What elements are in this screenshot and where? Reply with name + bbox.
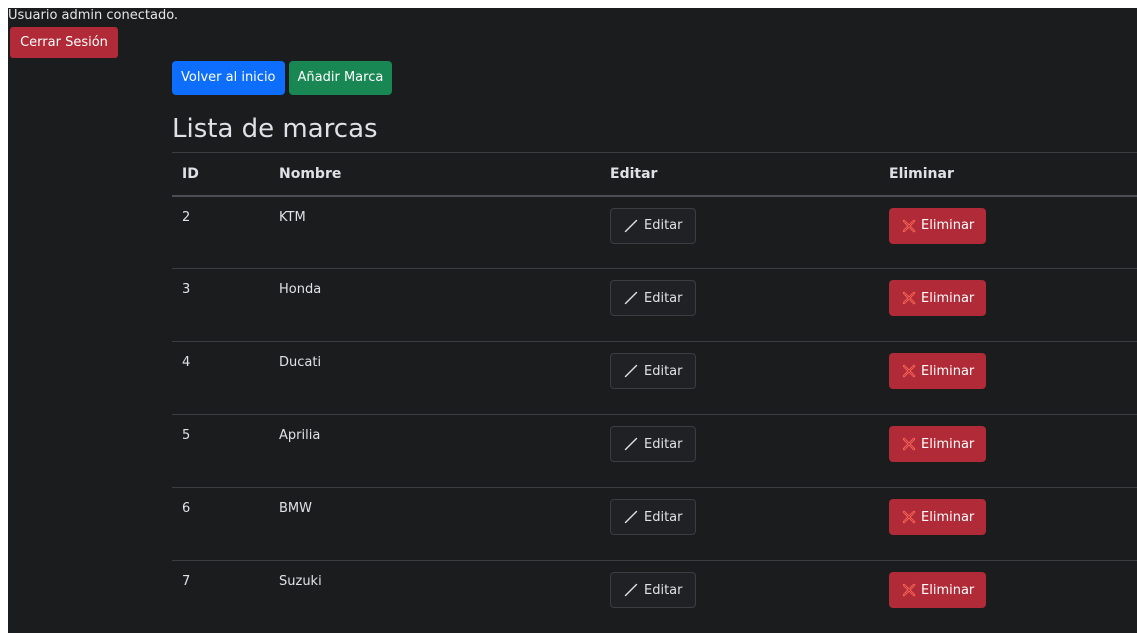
row-delete-cell: Eliminar [889,268,1137,342]
edit-button[interactable]: Editar [610,353,696,389]
edit-label: Editar [644,218,683,233]
delete-label: Eliminar [921,363,975,379]
row-delete-cell: Eliminar [889,414,1137,488]
delete-button[interactable]: Eliminar [889,207,987,244]
delete-button[interactable]: Eliminar [889,499,987,535]
row-delete-cell: Eliminar [889,195,1137,269]
table-row: 5 Aprilia Editar Eliminar [172,414,1137,488]
table-row: 6 BMW Editar Eliminar [172,487,1137,561]
pencil-icon [623,582,639,598]
table-row: 7 Suzuki Editar Eliminar [172,560,1137,633]
row-delete-cell: Eliminar [889,560,1137,633]
row-id: 4 [172,341,279,415]
row-name: BMW [279,487,610,561]
x-icon [901,436,917,452]
edit-button[interactable]: Editar [610,426,696,462]
edit-button[interactable]: Editar [610,499,696,535]
pencil-icon [623,436,639,452]
delete-button[interactable]: Eliminar [889,572,987,608]
edit-button[interactable]: Editar [610,572,696,608]
delete-label: Eliminar [921,436,975,452]
delete-button[interactable]: Eliminar [889,426,987,462]
x-icon [901,218,917,234]
add-brand-button[interactable]: Añadir Marca [288,61,393,95]
delete-button[interactable]: Eliminar [889,353,987,389]
row-edit-cell: Editar [610,414,889,488]
row-name: Ducati [279,341,610,415]
page-title: Lista de marcas [172,114,378,144]
action-buttons: Volver al inicio Añadir Marca [172,61,1137,95]
edit-button[interactable]: Editar [610,207,696,244]
row-delete-cell: Eliminar [889,341,1137,415]
delete-label: Eliminar [921,218,975,233]
header-edit: Editar [610,152,889,197]
row-id: 2 [172,195,279,269]
pencil-icon [623,218,639,234]
main-container: Volver al inicio Añadir Marca Lista de m… [172,61,1137,633]
edit-label: Editar [644,363,683,379]
row-edit-cell: Editar [610,341,889,415]
row-id: 7 [172,560,279,633]
x-icon [901,363,917,379]
delete-button[interactable]: Eliminar [889,280,987,316]
row-edit-cell: Editar [610,195,889,269]
row-id: 5 [172,414,279,488]
brands-table: ID Nombre Editar Eliminar 2 KTM Editar Elim… [172,152,1137,633]
x-icon [901,582,917,598]
pencil-icon [623,290,639,306]
row-edit-cell: Editar [610,560,889,633]
edit-label: Editar [644,436,683,452]
header-delete: Eliminar [889,152,1137,197]
edit-label: Editar [644,290,683,306]
delete-label: Eliminar [921,582,975,598]
row-delete-cell: Eliminar [889,487,1137,561]
table-header-row: ID Nombre Editar Eliminar [172,152,1137,197]
table-body: 2 KTM Editar Eliminar 3 Honda Editar Eliminar 4 D… [172,195,1137,633]
x-icon [901,290,917,306]
edit-label: Editar [644,509,683,525]
app-screen: Usuario admin conectado. Cerrar Sesión V… [8,8,1137,633]
edit-label: Editar [644,582,683,598]
row-name: Aprilia [279,414,610,488]
row-id: 3 [172,268,279,342]
pencil-icon [623,509,639,525]
table-row: 3 Honda Editar Eliminar [172,268,1137,342]
row-edit-cell: Editar [610,268,889,342]
delete-label: Eliminar [921,509,975,525]
table-row: 2 KTM Editar Eliminar [172,195,1137,269]
pencil-icon [623,363,639,379]
row-name: Suzuki [279,560,610,633]
header-id: ID [172,152,279,197]
back-home-button[interactable]: Volver al inicio [172,61,285,95]
edit-button[interactable]: Editar [610,280,696,316]
header-name: Nombre [279,152,610,197]
row-edit-cell: Editar [610,487,889,561]
row-id: 6 [172,487,279,561]
delete-label: Eliminar [921,290,975,306]
x-icon [901,509,917,525]
session-status: Usuario admin conectado. [8,8,179,23]
row-name: Honda [279,268,610,342]
table-row: 4 Ducati Editar Eliminar [172,341,1137,415]
row-name: KTM [279,195,610,269]
logout-button[interactable]: Cerrar Sesión [10,27,118,58]
